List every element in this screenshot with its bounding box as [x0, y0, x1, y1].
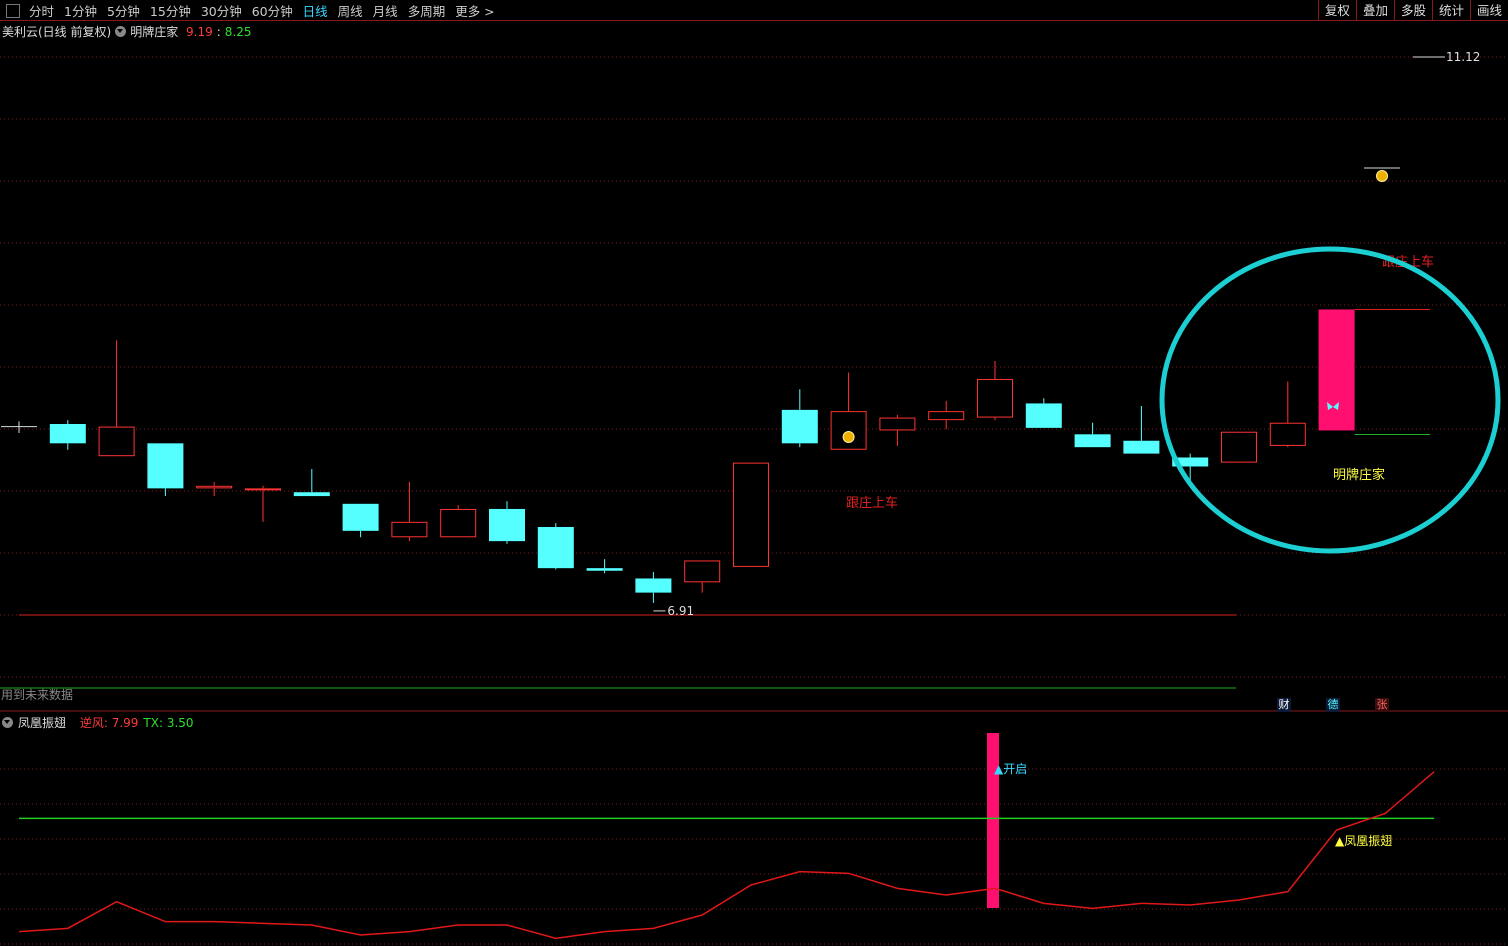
headwind-line — [18, 771, 1435, 940]
candle-body — [98, 426, 135, 457]
max-price-label: 11.12 — [1446, 50, 1480, 64]
candle-body — [147, 443, 184, 489]
finance-badge[interactable]: 财 — [1277, 698, 1291, 712]
phoenix-signal-label: ▲凤凰振翅 — [1335, 833, 1392, 848]
candle-body — [489, 508, 525, 542]
candle-body — [1221, 431, 1257, 463]
tab-weekly[interactable]: 周线 — [333, 1, 368, 20]
candle-body — [391, 521, 428, 538]
candle-body — [245, 488, 281, 491]
candle-body — [733, 462, 769, 567]
candle-body — [684, 560, 721, 583]
candlestick-chart[interactable]: 11.126.91跟庄上车跟庄上车明牌庄家 — [0, 22, 1508, 712]
candle-body — [196, 485, 233, 489]
tab-monthly[interactable]: 月线 — [368, 1, 403, 20]
tab-15min[interactable]: 15分钟 — [145, 1, 196, 20]
signal-bar — [987, 733, 999, 908]
period-toolbar: 分时 1分钟 5分钟 15分钟 30分钟 60分钟 日线 周线 月线 多周期 更… — [0, 0, 1508, 21]
future-data-notice: 用到未来数据 — [1, 688, 74, 702]
tab-30min[interactable]: 30分钟 — [196, 1, 247, 20]
candle-body — [1123, 440, 1160, 454]
de-badge[interactable]: 德 — [1326, 698, 1340, 712]
candle-body — [537, 526, 574, 569]
coin-icon — [1376, 170, 1388, 182]
zhang-badge[interactable]: 张 — [1375, 698, 1389, 712]
candle-body — [440, 508, 477, 538]
candle-body — [977, 378, 1013, 418]
period-tabs: 分时 1分钟 5分钟 15分钟 30分钟 60分钟 日线 周线 月线 多周期 更… — [0, 0, 500, 21]
phoenix-indicator-chart[interactable]: ▲开启 ▲凤凰振翅 — [0, 712, 1508, 946]
candle-body — [781, 409, 818, 444]
candle-body — [1074, 434, 1111, 448]
candle-body — [1318, 309, 1355, 431]
statistics-button[interactable]: 统计 — [1431, 0, 1470, 21]
candle-body — [1269, 422, 1306, 446]
candle-body — [830, 411, 867, 450]
multi-stock-button[interactable]: 多股 — [1393, 0, 1432, 21]
tab-multi-period[interactable]: 多周期 — [403, 1, 451, 20]
toggle-box-icon[interactable] — [6, 3, 20, 18]
candle-body — [1025, 403, 1062, 428]
tab-5min[interactable]: 5分钟 — [102, 1, 145, 20]
candle-body — [49, 424, 86, 444]
restore-rights-button[interactable]: 复权 — [1317, 0, 1356, 21]
candle-body — [586, 568, 623, 571]
min-price-label: 6.91 — [667, 604, 694, 618]
signal-label: 跟庄上车 — [846, 495, 898, 511]
tab-more[interactable]: 更多 > — [450, 1, 499, 20]
draw-line-button[interactable]: 画线 — [1469, 0, 1508, 21]
candle-body — [928, 411, 965, 421]
tab-1min[interactable]: 1分钟 — [59, 1, 102, 20]
tab-fenshi[interactable]: 分时 — [24, 1, 59, 20]
candle-body — [879, 417, 916, 431]
open-signal-label: ▲开启 — [994, 762, 1027, 776]
tab-daily[interactable]: 日线 — [298, 1, 333, 20]
candle-body — [293, 492, 330, 497]
tool-buttons: 复权 叠加 多股 统计 画线 — [1317, 0, 1508, 21]
overlay-button[interactable]: 叠加 — [1355, 0, 1394, 21]
banker-label: 明牌庄家 — [1333, 467, 1385, 483]
tab-60min[interactable]: 60分钟 — [247, 1, 298, 20]
coin-icon — [842, 431, 855, 443]
candle-body — [342, 503, 379, 531]
candle-body — [635, 578, 672, 593]
